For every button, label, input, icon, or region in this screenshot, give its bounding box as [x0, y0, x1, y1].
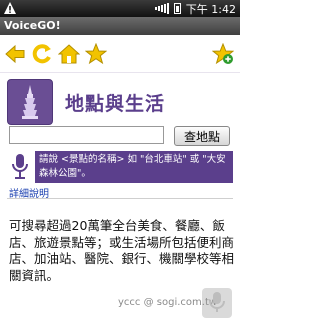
- status-time: 下午 1:42: [185, 2, 236, 16]
- divider: [7, 198, 233, 199]
- hero: 地點與生活: [7, 78, 233, 126]
- voice-tip: 請說 <景點的名稱> 如 "台北車站" 或 "大安森林公園"。: [7, 150, 233, 184]
- floating-microphone-icon[interactable]: [202, 288, 232, 318]
- voice-hint-text: 請說 <景點的名稱> 如 "台北車站" 或 "大安森林公園"。: [35, 151, 233, 183]
- search-input[interactable]: [9, 126, 164, 144]
- status-bar: 下午 1:42: [0, 0, 240, 17]
- warning-icon: [3, 1, 17, 18]
- home-icon[interactable]: [58, 43, 80, 65]
- page-title: 地點與生活: [65, 92, 166, 115]
- back-arrow-icon[interactable]: [4, 43, 26, 65]
- tower-icon: [7, 79, 53, 125]
- favorites-star-icon[interactable]: [85, 42, 107, 65]
- search-row: 查地點: [9, 126, 231, 146]
- refresh-icon[interactable]: [31, 43, 53, 65]
- microphone-icon[interactable]: [7, 150, 33, 184]
- app-title: VoiceGO!: [0, 17, 240, 35]
- toolbar: [0, 35, 240, 73]
- battery-icon: [173, 3, 181, 14]
- add-favorite-icon[interactable]: [211, 42, 235, 69]
- search-button[interactable]: 查地點: [174, 126, 230, 146]
- signal-icon: [154, 3, 169, 14]
- description-text: 可搜尋超過20萬筆全台美食、餐廳、飯店、旅遊景點等；或生活場所包括便利商店、加油…: [9, 218, 235, 283]
